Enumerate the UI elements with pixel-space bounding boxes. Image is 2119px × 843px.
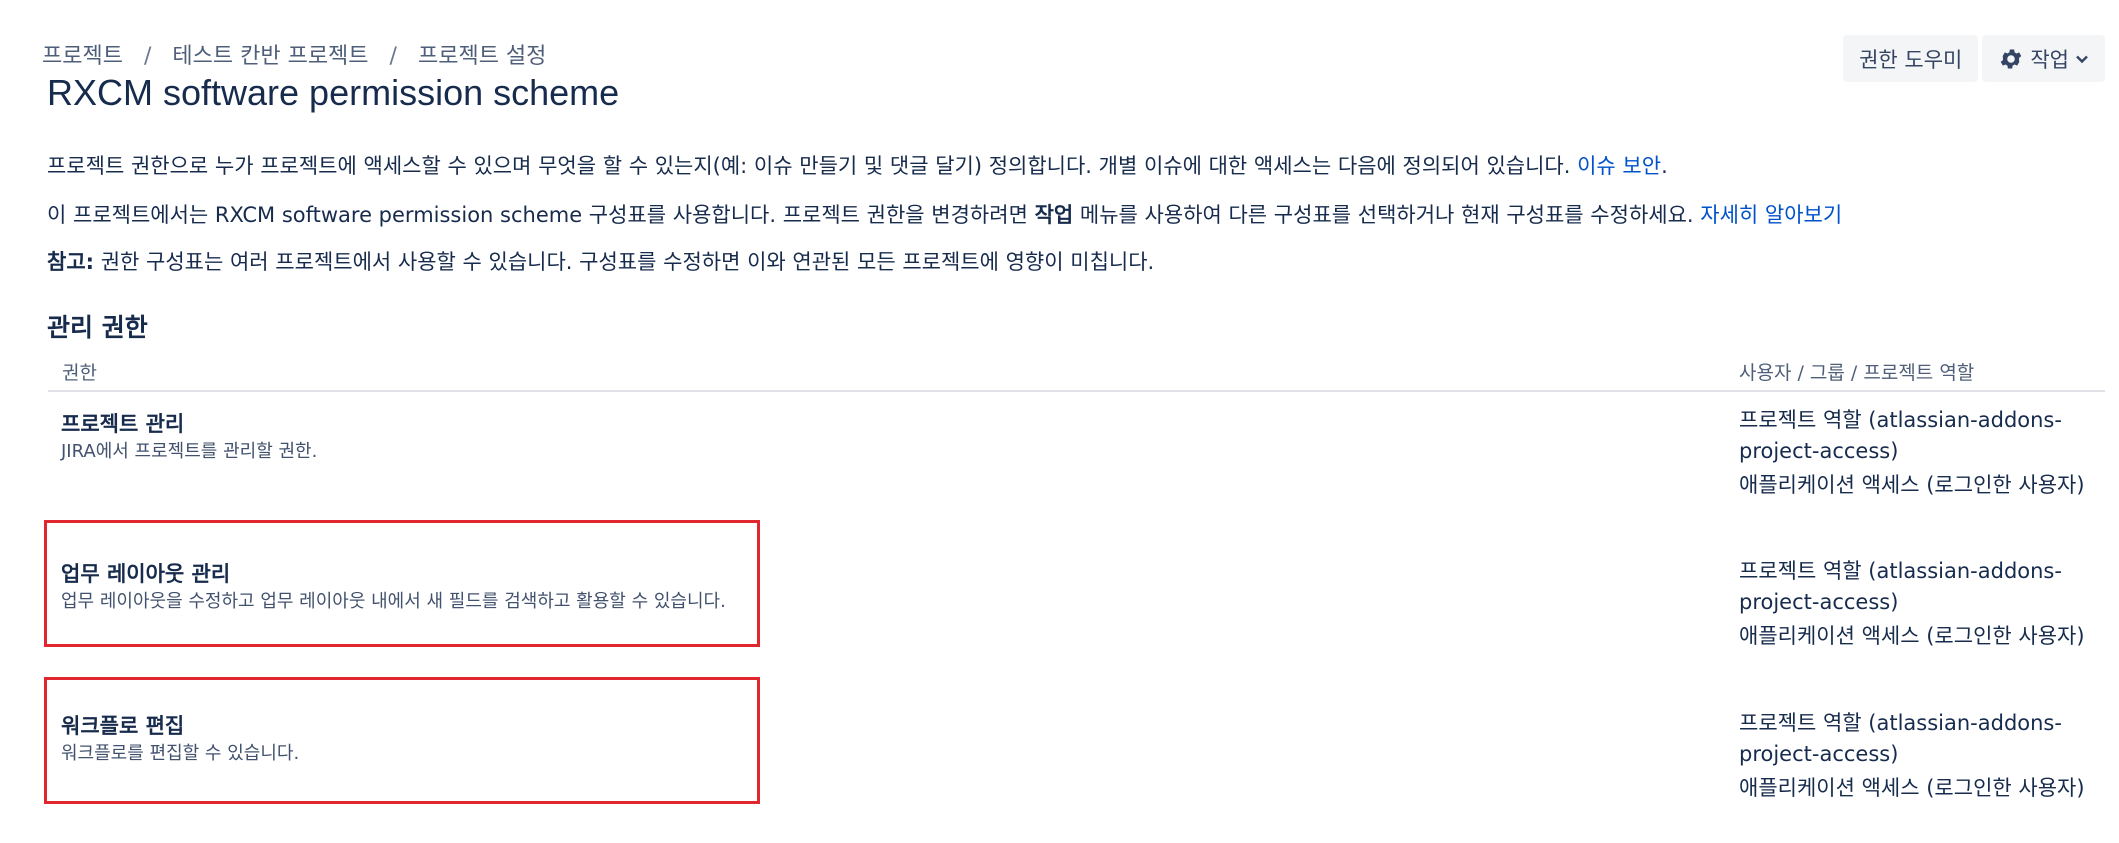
permission-name: 프로젝트 관리 — [61, 412, 185, 436]
note-text: 권한 구성표는 여러 프로젝트에서 사용할 수 있습니다. 구성표를 수정하면 … — [94, 250, 1155, 274]
grant-project-role: 프로젝트 역할 (atlassian-addons-project-access… — [1739, 408, 2062, 463]
actions-label: 작업 — [2030, 47, 2069, 72]
gear-icon — [1998, 46, 2024, 72]
grant-application-access: 애플리케이션 액세스 (로그인한 사용자) — [1739, 776, 2085, 800]
grant-project-role: 프로젝트 역할 (atlassian-addons-project-access… — [1739, 559, 2062, 614]
grant-application-access: 애플리케이션 액세스 (로그인한 사용자) — [1739, 473, 2085, 497]
column-header-grants: 사용자 / 그룹 / 프로젝트 역할 — [1739, 362, 1975, 384]
permission-name: 업무 레이아웃 관리 — [61, 562, 231, 586]
breadcrumb-separator: / — [389, 44, 397, 69]
chevron-down-icon — [2075, 52, 2089, 66]
permission-description: 워크플로를 편집할 수 있습니다. — [61, 743, 300, 764]
note-paragraph: 참고: 권한 구성표는 여러 프로젝트에서 사용할 수 있습니다. 구성표를 수… — [47, 246, 1154, 276]
issue-security-link[interactable]: 이슈 보안 — [1577, 154, 1661, 178]
permission-grants: 프로젝트 역할 (atlassian-addons-project-access… — [1739, 556, 2099, 655]
note-label: 참고: — [47, 250, 95, 274]
grant-application-access: 애플리케이션 액세스 (로그인한 사용자) — [1739, 624, 2085, 648]
column-header-permission: 권한 — [62, 362, 97, 384]
actions-reference: 작업 — [1034, 203, 1074, 227]
actions-button[interactable]: 작업 — [1982, 35, 2105, 82]
intro-period: . — [1661, 154, 1668, 178]
breadcrumb-project-settings[interactable]: 프로젝트 설정 — [418, 44, 546, 69]
permission-grants: 프로젝트 역할 (atlassian-addons-project-access… — [1739, 405, 2099, 504]
permission-description: JIRA에서 프로젝트를 관리할 권한. — [61, 441, 318, 462]
section-title: 관리 권한 — [47, 313, 148, 342]
permission-helper-label: 권한 도우미 — [1859, 47, 1963, 72]
intro-text: 프로젝트 권한으로 누가 프로젝트에 액세스할 수 있으며 무엇을 할 수 있는… — [47, 154, 1578, 178]
page-title: RXCM software permission scheme — [47, 72, 620, 113]
permission-helper-button[interactable]: 권한 도우미 — [1843, 35, 1979, 82]
breadcrumb: 프로젝트 / 테스트 칸반 프로젝트 / 프로젝트 설정 — [42, 38, 546, 70]
grant-project-role: 프로젝트 역할 (atlassian-addons-project-access… — [1739, 711, 2062, 766]
permission-grants: 프로젝트 역할 (atlassian-addons-project-access… — [1739, 708, 2099, 807]
permission-description: 업무 레이아웃을 수정하고 업무 레이아웃 내에서 새 필드를 검색하고 활용할… — [61, 591, 726, 612]
page-toolbar: 권한 도우미 작업 — [1843, 35, 2105, 82]
learn-more-link[interactable]: 자세히 알아보기 — [1700, 203, 1842, 227]
intro-paragraph: 프로젝트 권한으로 누가 프로젝트에 액세스할 수 있으며 무엇을 할 수 있는… — [47, 150, 1668, 180]
breadcrumb-separator: / — [143, 44, 152, 69]
permission-name: 워크플로 편집 — [61, 714, 185, 738]
scheme-text-post: 메뉴를 사용하여 다른 구성표를 선택하거나 현재 구성표를 수정하세요. — [1073, 203, 1701, 227]
table-header: 권한 사용자 / 그룹 / 프로젝트 역할 — [48, 352, 2105, 392]
breadcrumb-projects[interactable]: 프로젝트 — [42, 44, 123, 69]
scheme-paragraph: 이 프로젝트에서는 RXCM software permission schem… — [47, 199, 1842, 229]
scheme-text-pre: 이 프로젝트에서는 RXCM software permission schem… — [47, 203, 1035, 227]
breadcrumb-project[interactable]: 테스트 칸반 프로젝트 — [172, 44, 368, 69]
